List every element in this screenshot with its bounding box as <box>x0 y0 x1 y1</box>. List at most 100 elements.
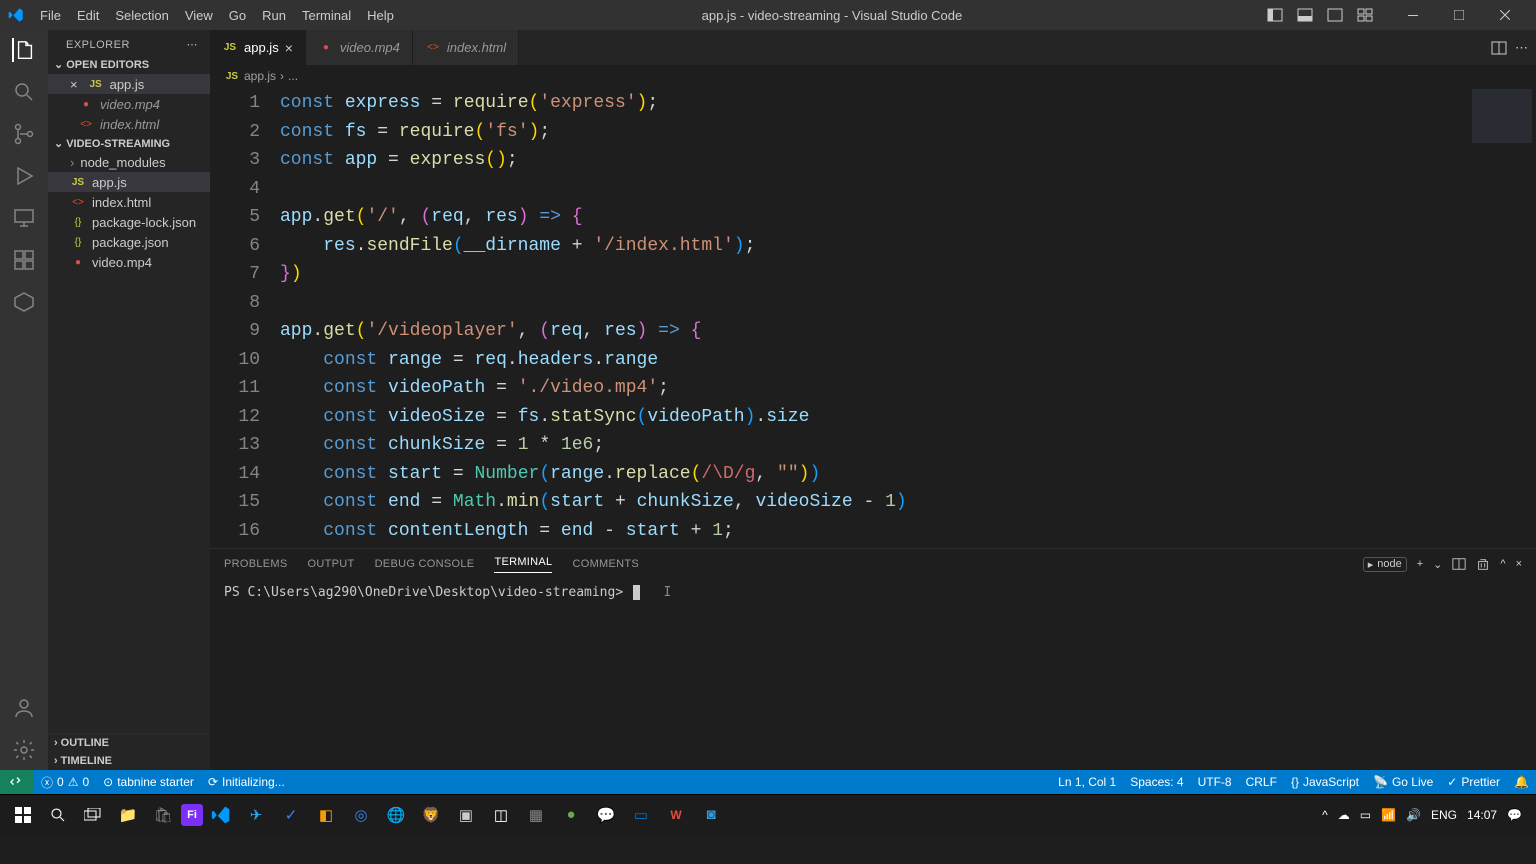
source-control-icon[interactable] <box>12 122 36 146</box>
close-panel-icon[interactable]: × <box>1516 558 1522 570</box>
timeline-section[interactable]: ›TIMELINE <box>48 752 210 770</box>
open-editor-appjs[interactable]: ×JSapp.js <box>48 74 210 94</box>
maximize-button[interactable] <box>1436 0 1482 30</box>
close-icon[interactable]: × <box>285 40 293 56</box>
layout-left-icon[interactable] <box>1262 4 1288 26</box>
status-encoding[interactable]: UTF-8 <box>1191 775 1239 789</box>
tab-appjs[interactable]: JSapp.js× <box>210 30 306 65</box>
file-appjs[interactable]: JSapp.js <box>48 172 210 192</box>
taskbar-app-1[interactable]: 📁 <box>111 799 145 831</box>
tray-language[interactable]: ENG <box>1431 808 1457 822</box>
taskbar-vscode[interactable] <box>204 799 238 831</box>
open-editor-videomp4[interactable]: ●video.mp4 <box>48 94 210 114</box>
run-debug-icon[interactable] <box>12 164 36 188</box>
taskbar-brave[interactable]: 🦁 <box>414 799 448 831</box>
file-indexhtml[interactable]: <>index.html <box>48 192 210 212</box>
status-errors[interactable]: ⓧ0⚠0 <box>34 770 96 794</box>
layout-right-icon[interactable] <box>1322 4 1348 26</box>
menu-edit[interactable]: Edit <box>69 4 107 27</box>
panel-tab-debug[interactable]: DEBUG CONSOLE <box>375 558 475 570</box>
menu-run[interactable]: Run <box>254 4 294 27</box>
file-package-json[interactable]: {}package.json <box>48 232 210 252</box>
terminal-body[interactable]: PS C:\Users\ag290\OneDrive\Desktop\video… <box>210 579 1536 606</box>
explorer-icon[interactable] <box>12 38 36 62</box>
split-editor-icon[interactable] <box>1491 40 1507 56</box>
file-package-lock[interactable]: {}package-lock.json <box>48 212 210 232</box>
panel-tab-terminal[interactable]: TERMINAL <box>494 556 552 573</box>
menu-view[interactable]: View <box>177 4 221 27</box>
panel-tab-output[interactable]: OUTPUT <box>308 558 355 570</box>
tray-chevron-icon[interactable]: ^ <box>1322 808 1328 822</box>
tabnine-icon[interactable] <box>12 290 36 314</box>
terminal-dropdown-icon[interactable]: ⌄ <box>1433 558 1442 571</box>
taskbar-app-3[interactable]: Fi <box>181 804 203 826</box>
minimap[interactable] <box>1472 89 1532 179</box>
open-editor-indexhtml[interactable]: <>index.html <box>48 114 210 134</box>
taskbar-app-11[interactable]: W <box>659 799 693 831</box>
code-editor[interactable]: 12345678910111213141516 const express = … <box>210 87 1536 548</box>
menu-help[interactable]: Help <box>359 4 402 27</box>
project-section[interactable]: ⌄VIDEO-STREAMING <box>48 134 210 153</box>
taskbar-app-8[interactable]: ● <box>554 799 588 831</box>
status-prettier[interactable]: ✓Prettier <box>1440 775 1507 789</box>
menu-file[interactable]: File <box>32 4 69 27</box>
tray-notifications-icon[interactable]: 💬 <box>1507 808 1522 822</box>
taskbar-app-6[interactable]: ◫ <box>484 799 518 831</box>
extensions-icon[interactable] <box>12 248 36 272</box>
menu-selection[interactable]: Selection <box>107 4 176 27</box>
explorer-more-icon[interactable]: ⋯ <box>187 38 199 51</box>
remote-explorer-icon[interactable] <box>12 206 36 230</box>
layout-bottom-icon[interactable] <box>1292 4 1318 26</box>
status-tabnine[interactable]: ⊙tabnine starter <box>96 770 201 794</box>
tab-indexhtml[interactable]: <>index.html <box>413 30 519 65</box>
file-videomp4[interactable]: ●video.mp4 <box>48 252 210 272</box>
taskbar-search-icon[interactable] <box>41 799 75 831</box>
kill-terminal-icon[interactable] <box>1476 557 1490 571</box>
folder-node-modules[interactable]: ›node_modules <box>48 153 210 172</box>
taskbar-edge[interactable]: 🌐 <box>379 799 413 831</box>
status-initializing[interactable]: ⟳Initializing... <box>201 770 292 794</box>
more-actions-icon[interactable]: ⋯ <box>1515 40 1528 56</box>
tray-battery-icon[interactable]: ▭ <box>1360 808 1371 822</box>
split-terminal-icon[interactable] <box>1452 557 1466 571</box>
taskbar-app-5[interactable]: ◎ <box>344 799 378 831</box>
account-icon[interactable] <box>12 696 36 720</box>
code-content[interactable]: const express = require('express'); cons… <box>280 87 1536 548</box>
taskbar-app-9[interactable]: 💬 <box>589 799 623 831</box>
taskbar-telegram[interactable]: ✈ <box>239 799 273 831</box>
tray-onedrive-icon[interactable]: ☁ <box>1338 808 1350 822</box>
new-terminal-icon[interactable]: + <box>1417 558 1423 570</box>
status-golive[interactable]: 📡Go Live <box>1366 775 1440 789</box>
status-notifications-icon[interactable]: 🔔 <box>1507 775 1536 789</box>
taskbar-app-12[interactable]: ◙ <box>694 799 728 831</box>
menu-terminal[interactable]: Terminal <box>294 4 359 27</box>
tray-clock[interactable]: 14:07 <box>1467 808 1497 822</box>
settings-gear-icon[interactable] <box>12 738 36 762</box>
taskbar-app-10[interactable]: ▭ <box>624 799 658 831</box>
taskbar-app-4[interactable]: ◧ <box>309 799 343 831</box>
open-editors-section[interactable]: ⌄OPEN EDITORS <box>48 55 210 74</box>
status-cursor-pos[interactable]: Ln 1, Col 1 <box>1051 775 1123 789</box>
task-view-icon[interactable] <box>76 799 110 831</box>
start-button[interactable] <box>6 799 40 831</box>
layout-grid-icon[interactable] <box>1352 4 1378 26</box>
minimize-button[interactable] <box>1390 0 1436 30</box>
terminal-shell-label[interactable]: ▸node <box>1363 557 1407 572</box>
remote-indicator[interactable] <box>0 770 34 794</box>
search-icon[interactable] <box>12 80 36 104</box>
panel-tab-problems[interactable]: PROBLEMS <box>224 558 288 570</box>
panel-tab-comments[interactable]: COMMENTS <box>572 558 639 570</box>
maximize-panel-icon[interactable]: ^ <box>1500 558 1505 570</box>
tray-volume-icon[interactable]: 🔊 <box>1406 808 1421 822</box>
taskbar-terminal[interactable]: ▣ <box>449 799 483 831</box>
tab-videomp4[interactable]: ●video.mp4 <box>306 30 413 65</box>
close-icon[interactable]: × <box>70 77 78 92</box>
tray-wifi-icon[interactable]: 📶 <box>1381 808 1396 822</box>
taskbar-app-2[interactable]: 🛍 <box>146 799 180 831</box>
close-button[interactable] <box>1482 0 1528 30</box>
outline-section[interactable]: ›OUTLINE <box>48 734 210 752</box>
status-spaces[interactable]: Spaces: 4 <box>1123 775 1190 789</box>
status-eol[interactable]: CRLF <box>1239 775 1284 789</box>
status-language[interactable]: {}JavaScript <box>1284 775 1366 789</box>
taskbar-todo[interactable]: ✓ <box>274 799 308 831</box>
